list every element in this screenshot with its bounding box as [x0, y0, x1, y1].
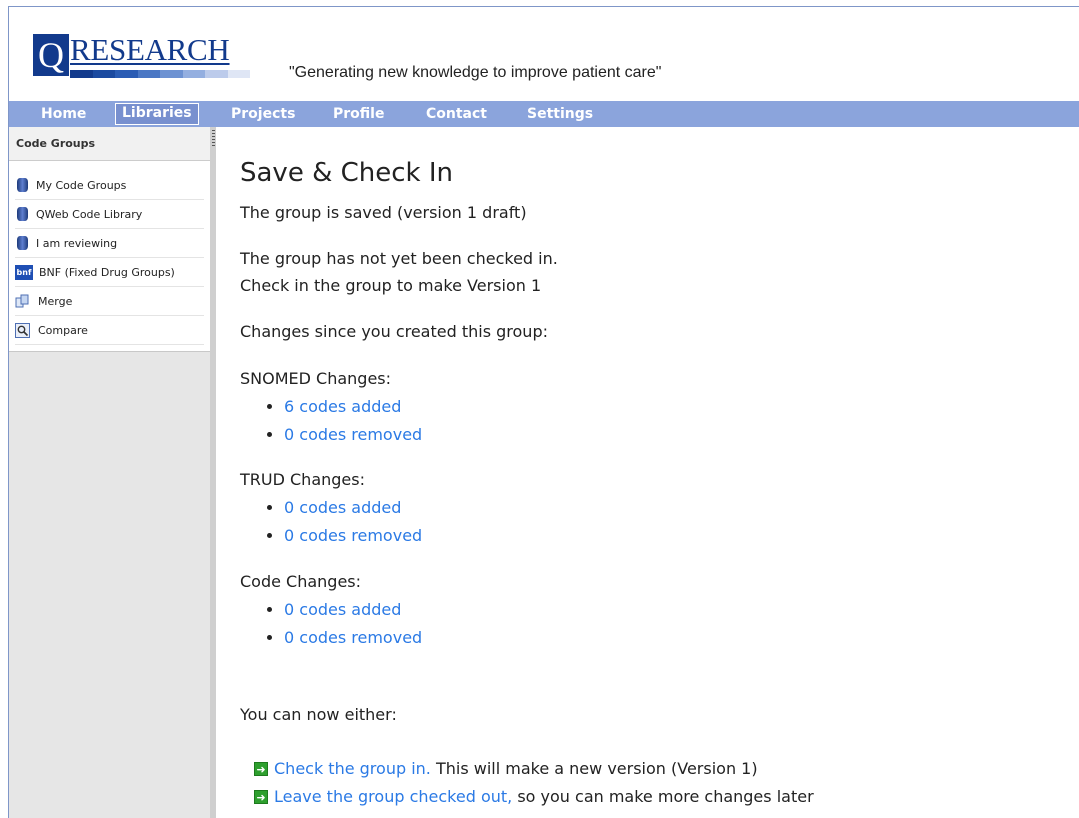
bnf-icon: bnf — [15, 264, 33, 280]
logo-bar-segment — [115, 70, 138, 78]
sidebar-item-label: Compare — [38, 323, 88, 337]
logo-bar-segment — [70, 70, 93, 78]
sidebar-list: My Code Groups QWeb Code Library I am re… — [9, 161, 210, 352]
trud-added-link[interactable]: 0 codes added — [284, 498, 401, 517]
action-check-in: ➜ Check the group in. This will make a n… — [254, 757, 758, 781]
check-in-description: This will make a new version (Version 1) — [430, 759, 758, 778]
arrow-right-icon: ➜ — [254, 790, 268, 804]
nav-libraries[interactable]: Libraries — [115, 103, 199, 125]
section-heading-trud: TRUD Changes: — [240, 470, 365, 489]
nav-projects[interactable]: Projects — [225, 104, 301, 124]
code-changes-list: 0 codes added 0 codes removed — [264, 596, 422, 652]
sidebar-item-my-code-groups[interactable]: My Code Groups — [15, 171, 204, 200]
main-nav: Home Libraries Projects Profile Contact … — [9, 101, 1079, 127]
check-in-hint: Check in the group to make Version 1 — [240, 276, 542, 295]
code-removed-link[interactable]: 0 codes removed — [284, 628, 422, 647]
snomed-added-link[interactable]: 6 codes added — [284, 397, 401, 416]
splitter-grip-icon[interactable] — [212, 130, 215, 146]
nav-home[interactable]: Home — [35, 104, 92, 124]
database-icon — [17, 207, 28, 221]
logo-bar-segment — [92, 70, 115, 78]
snomed-removed-link[interactable]: 0 codes removed — [284, 425, 422, 444]
site-header: Q RESEARCH "Generating new knowledge to … — [9, 7, 1079, 101]
action-leave-checked-out: ➜ Leave the group checked out, so you ca… — [254, 785, 814, 809]
sidebar-item-i-am-reviewing[interactable]: I am reviewing — [15, 229, 204, 258]
not-checked-in-message: The group has not yet been checked in. — [240, 249, 558, 268]
list-item: 6 codes added — [284, 393, 422, 421]
sidebar-item-bnf[interactable]: bnf BNF (Fixed Drug Groups) — [15, 258, 204, 287]
sidebar: Code Groups My Code Groups QWeb Code Lib… — [9, 127, 211, 818]
logo-bar-segment — [227, 70, 250, 78]
code-added-link[interactable]: 0 codes added — [284, 600, 401, 619]
nav-profile[interactable]: Profile — [327, 104, 390, 124]
database-icon — [17, 178, 28, 192]
list-item: 0 codes added — [284, 596, 422, 624]
page-title: Save & Check In — [240, 158, 454, 188]
check-in-link[interactable]: Check the group in. — [274, 757, 431, 781]
list-item: 0 codes added — [284, 494, 422, 522]
trud-removed-link[interactable]: 0 codes removed — [284, 526, 422, 545]
list-item: 0 codes removed — [284, 421, 422, 449]
logo-bar-segment — [160, 70, 183, 78]
sidebar-item-label: BNF (Fixed Drug Groups) — [39, 265, 175, 279]
site-tagline: "Generating new knowledge to improve pat… — [289, 64, 662, 81]
trud-changes-list: 0 codes added 0 codes removed — [264, 494, 422, 550]
leave-checked-out-description: so you can make more changes later — [512, 787, 814, 806]
sidebar-item-qweb-code-library[interactable]: QWeb Code Library — [15, 200, 204, 229]
changes-intro: Changes since you created this group: — [240, 322, 548, 341]
compare-icon — [15, 322, 30, 338]
saved-message: The group is saved (version 1 draft) — [240, 203, 527, 222]
list-item: 0 codes removed — [284, 522, 422, 550]
either-text: You can now either: — [240, 705, 397, 724]
nav-contact[interactable]: Contact — [420, 104, 493, 124]
sidebar-item-label: My Code Groups — [36, 178, 127, 192]
sidebar-item-label: QWeb Code Library — [36, 207, 143, 221]
list-item: 0 codes removed — [284, 624, 422, 652]
arrow-right-icon: ➜ — [254, 762, 268, 776]
logo-gradient-bars — [70, 70, 250, 78]
sidebar-item-merge[interactable]: Merge — [15, 287, 204, 316]
snomed-changes-list: 6 codes added 0 codes removed — [264, 393, 422, 449]
section-heading-snomed: SNOMED Changes: — [240, 369, 392, 388]
logo-q-mark: Q — [33, 34, 69, 76]
logo-bar-segment — [205, 70, 228, 78]
leave-checked-out-link[interactable]: Leave the group checked out, — [274, 785, 512, 809]
section-heading-code: Code Changes: — [240, 572, 362, 591]
logo-wordmark: RESEARCH — [70, 32, 230, 67]
logo-bar-segment — [137, 70, 160, 78]
nav-settings[interactable]: Settings — [521, 104, 599, 124]
database-icon — [17, 236, 28, 250]
merge-icon — [15, 294, 30, 309]
qresearch-logo[interactable]: Q RESEARCH — [33, 32, 250, 82]
logo-bar-segment — [182, 70, 205, 78]
main-content: Save & Check In The group is saved (vers… — [216, 127, 1079, 818]
sidebar-item-label: Merge — [38, 294, 73, 308]
sidebar-item-compare[interactable]: Compare — [15, 316, 204, 345]
sidebar-title: Code Groups — [9, 127, 210, 161]
sidebar-item-label: I am reviewing — [36, 236, 118, 250]
